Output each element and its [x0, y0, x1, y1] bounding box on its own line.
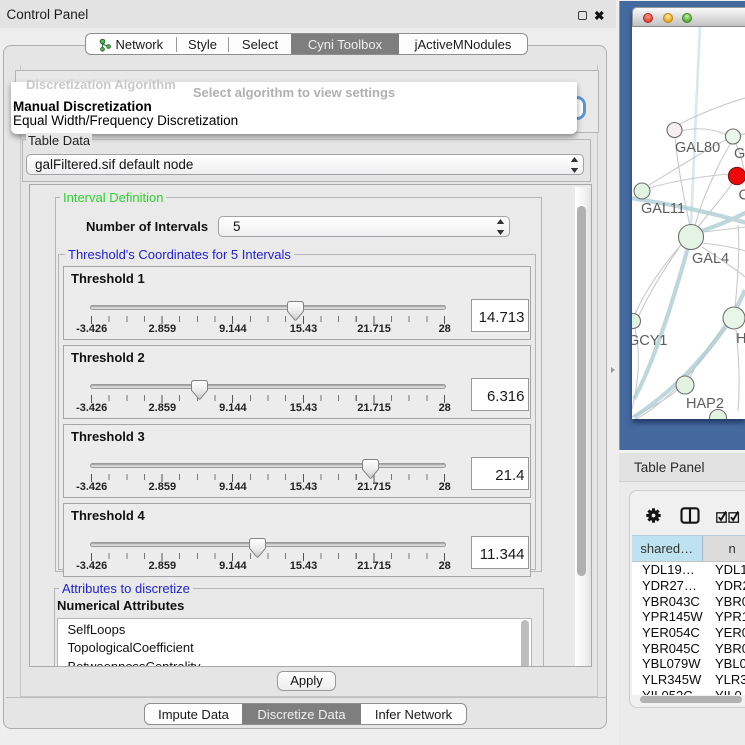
- svg-text:GA: GA: [734, 146, 745, 162]
- svg-text:GAL11: GAL11: [641, 201, 685, 217]
- svg-text:GAL80: GAL80: [675, 140, 720, 156]
- svg-text:CY: CY: [739, 188, 745, 204]
- svg-text:HI: HI: [736, 331, 745, 347]
- svg-text:GCY1: GCY1: [632, 333, 668, 349]
- svg-text:HAP2: HAP2: [686, 396, 724, 412]
- svg-text:GAL4: GAL4: [692, 251, 729, 267]
